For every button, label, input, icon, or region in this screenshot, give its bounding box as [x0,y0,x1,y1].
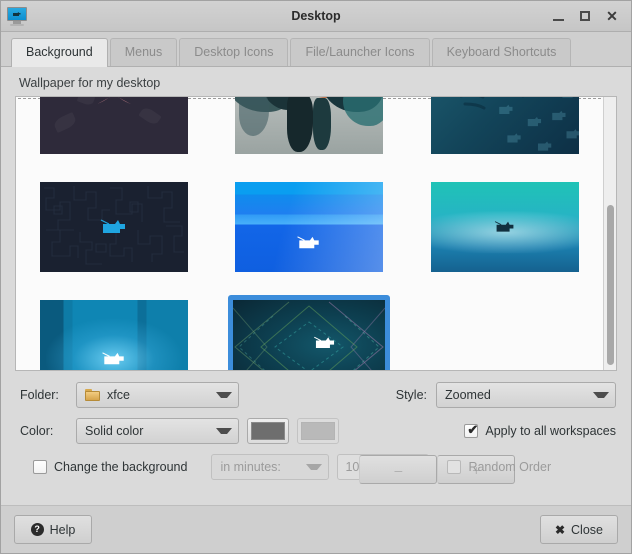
wallpaper-item-blue-bands[interactable] [230,177,388,277]
xfce-mouse-glyph [97,218,131,236]
color-mode-combo[interactable]: Solid color [76,418,239,444]
minimize-button[interactable] [551,9,565,23]
wallpaper-item-xfce-splash[interactable]: XFCE [230,97,388,159]
tab-background[interactable]: Background [11,38,108,67]
checkbox-box [447,460,461,474]
wallpaper-list-frame: XFCE [15,96,617,371]
folder-icon [85,389,100,401]
wallpaper-grid: XFCE [16,97,603,370]
spinner-value: 10 [338,455,359,479]
xfce-mouse-glyph [11,11,22,17]
title-bar: Desktop ✕ [1,1,631,32]
wallpaper-icon-view[interactable]: XFCE [16,97,603,370]
apply-to-all-workspaces-label: Apply to all workspaces [485,424,616,438]
tab-keyboard-shortcuts[interactable]: Keyboard Shortcuts [432,38,572,66]
color-mode-value: Solid color [85,424,143,438]
xfce-wordmark: XFCE [334,97,367,98]
interval-combo: in minutes: [211,454,329,480]
check-icon: ✔ [467,423,478,437]
style-group: Style: Zoomed [392,382,616,408]
flower-graphic: XFCE [79,97,149,106]
wallpaper-section-label: Wallpaper for my desktop [15,75,617,96]
change-background-checkbox[interactable]: Change the background [16,460,187,474]
diamond-pattern [233,300,385,370]
apply-to-all-workspaces-checkbox[interactable]: ✔ Apply to all workspaces [464,424,616,438]
style-combo[interactable]: Zoomed [436,382,616,408]
close-icon[interactable]: ✕ [605,9,619,23]
scrollbar-thumb[interactable] [607,205,614,365]
color-label: Color: [16,424,76,438]
close-button-label: Close [571,523,603,537]
color-swatch-secondary [297,418,339,444]
window-title: Desktop [1,9,631,23]
dialog-action-bar: ? Help ✖ Close [1,505,631,553]
tab-menus[interactable]: Menus [110,38,178,66]
desktop-settings-window: Desktop ✕ Background Menus Desktop Icons… [0,0,632,554]
xfce-mouse-glyph [492,220,518,234]
xfce-mouse-glyph [99,351,129,367]
large-mouse-outline [439,97,549,134]
random-order-checkbox: Random Order [447,460,551,474]
wallpaper-item-flower-dark[interactable]: XFCE [35,97,193,159]
interval-spinner: 10 – + [337,454,429,480]
background-tab-panel: Wallpaper for my desktop [1,66,631,505]
chevron-down-icon [306,464,322,470]
change-background-label: Change the background [54,460,187,474]
help-button[interactable]: ? Help [14,515,92,544]
checkbox-box: ✔ [464,424,478,438]
background-options: Folder: xfce Style: Zoomed [15,371,617,480]
apply-all-workspaces-group: ✔ Apply to all workspaces [464,424,616,438]
tab-bar: Background Menus Desktop Icons File/Laun… [1,32,631,66]
desktop-monitor-icon [6,5,28,27]
style-label: Style: [392,388,436,402]
chevron-down-icon [216,392,232,398]
tab-file-launcher-icons[interactable]: File/Launcher Icons [290,38,429,66]
wallpaper-item-teal-gradient[interactable] [426,177,584,277]
help-button-label: Help [50,523,76,537]
folder-style-row: Folder: xfce Style: Zoomed [16,382,616,408]
interval-value: in minutes: [220,460,280,474]
folder-value: xfce [107,388,130,402]
chevron-down-icon [216,428,232,434]
wallpaper-item-cyan-columns[interactable] [35,295,193,370]
wallpaper-item-diamond-teal[interactable] [228,295,390,370]
xfce-mouse-glyph [294,235,324,251]
color-row: Color: Solid color ✔ Apply to [16,418,616,444]
style-value: Zoomed [445,388,491,402]
folder-combo[interactable]: xfce [76,382,239,408]
tab-desktop-icons[interactable]: Desktop Icons [179,38,288,66]
help-icon: ? [31,523,44,536]
random-order-label: Random Order [468,460,551,474]
color-swatch-primary[interactable] [247,418,289,444]
spinner-decrement-button: – [359,455,437,484]
folder-label: Folder: [16,388,76,402]
maximize-button[interactable] [578,9,592,23]
xfce-mouse-glyph [311,336,339,351]
wallpaper-item-dark-maze[interactable] [35,177,193,277]
close-icon: ✖ [555,524,565,536]
wallpaper-item-mouse-face[interactable] [426,97,584,159]
change-background-row: Change the background in minutes: 10 – +… [16,454,616,480]
window-controls: ✕ [551,9,631,23]
wallpaper-item-empty [426,295,584,370]
chevron-down-icon [593,392,609,398]
checkbox-box [33,460,47,474]
wallpaper-scrollbar[interactable] [603,97,616,370]
close-button[interactable]: ✖ Close [540,515,618,544]
